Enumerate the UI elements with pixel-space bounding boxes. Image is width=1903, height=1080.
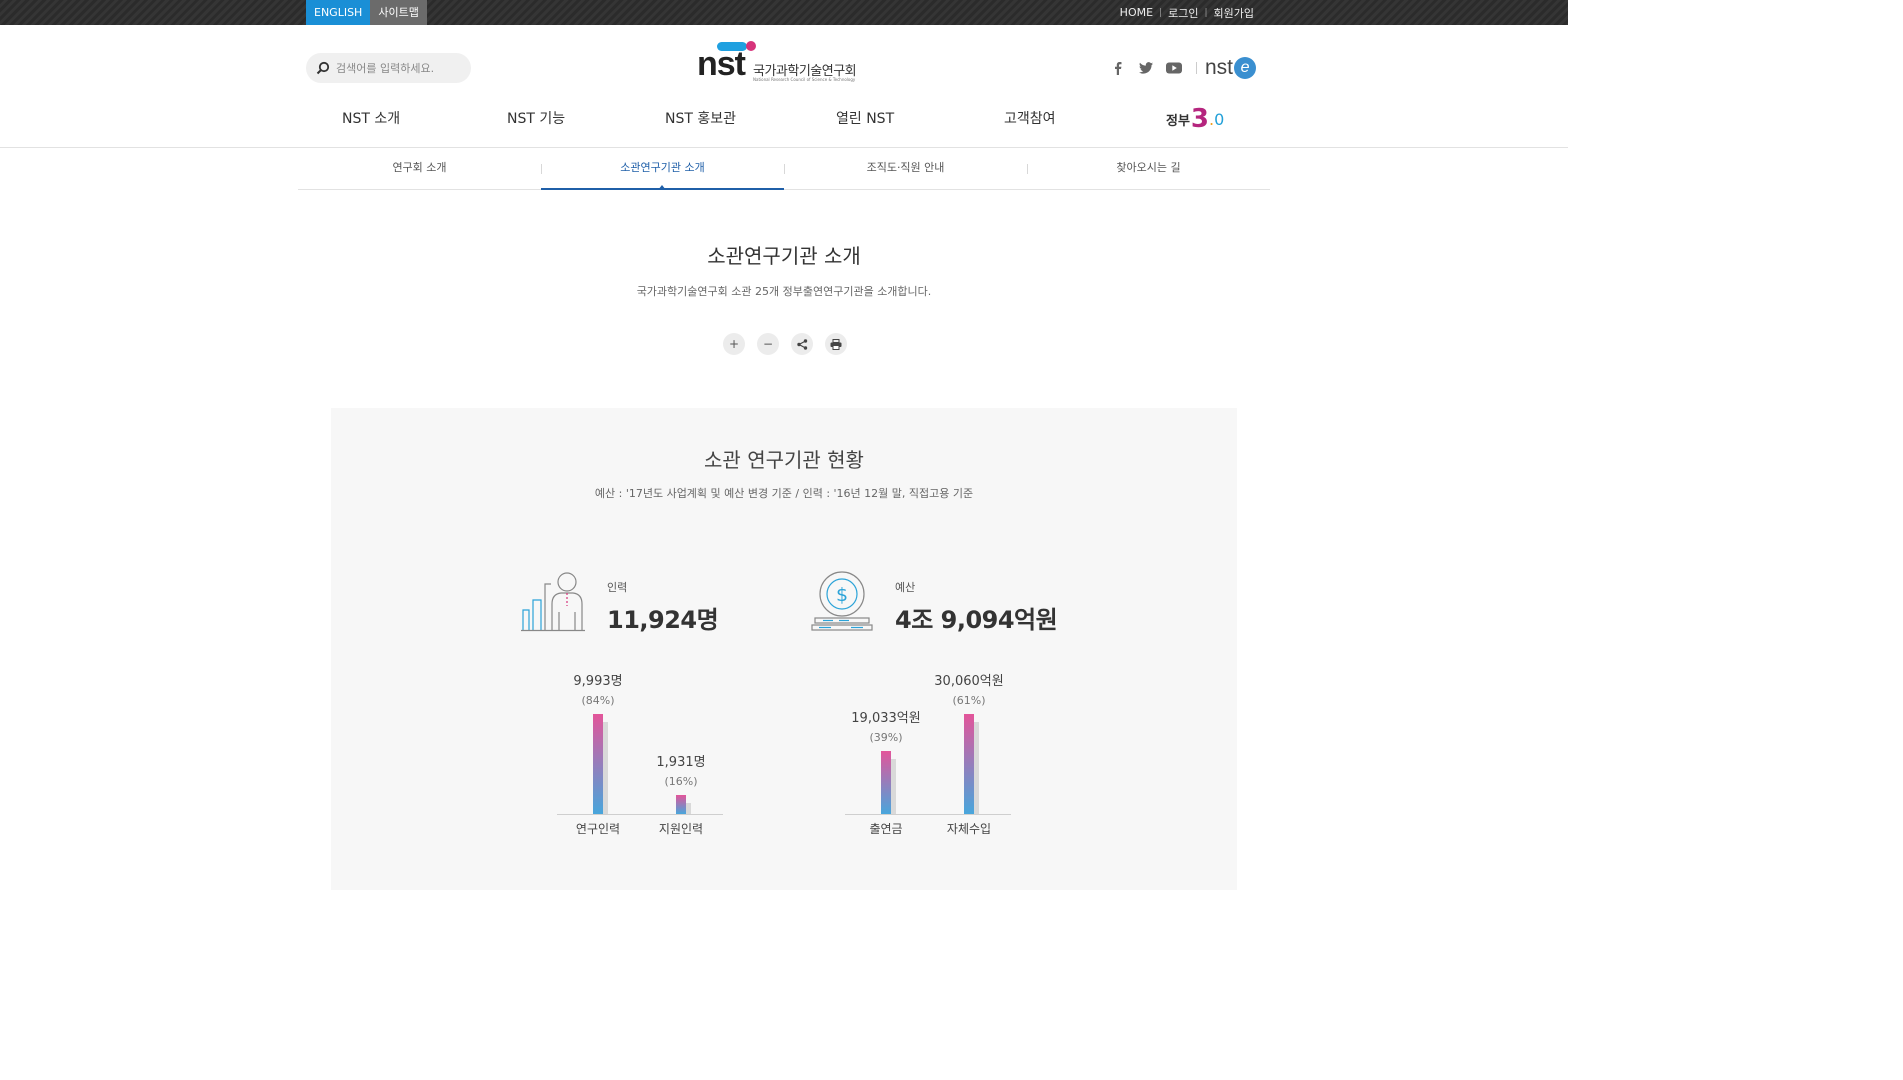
bar-value-label: 19,033억원 — [851, 711, 920, 726]
nav-item-open-nst[interactable]: 열린 NST — [836, 108, 894, 128]
bar-shadow — [686, 803, 691, 814]
zoom-in-button[interactable]: + — [723, 333, 745, 355]
language-links: ENGLISH 사이트맵 — [306, 0, 427, 25]
institutes-stats-panel: 소관 연구기관 현황 예산 : '17년도 사업계획 및 예산 변경 기준 / … — [331, 408, 1237, 890]
budget-bar-chart: (39%) 19,033억원출연금 (61%) 30,060억원자체수입 — [845, 674, 1011, 836]
bar-value-label: 1,931명 — [656, 755, 705, 770]
print-icon — [830, 338, 842, 350]
share-icon — [796, 338, 807, 350]
search-box[interactable] — [306, 53, 471, 83]
top-utility-bar: ENGLISH 사이트맵 HOME | 로그인 | 회원가입 — [0, 0, 1568, 25]
bar-category-label: 자체수입 — [947, 822, 991, 836]
search-input[interactable] — [336, 61, 456, 75]
share-button[interactable] — [791, 333, 813, 355]
join-link[interactable]: 회원가입 — [1214, 5, 1254, 21]
nst-logo[interactable]: nst 국가과학기술연구회 National Research Council … — [697, 40, 873, 84]
divider: | — [1204, 7, 1208, 18]
social-links — [1110, 60, 1197, 76]
bar-percent-label: (61%) — [952, 694, 985, 707]
bar-shadow — [891, 759, 896, 814]
nav-item-nst-function[interactable]: NST 기능 — [507, 108, 565, 128]
zoom-out-button[interactable]: − — [757, 333, 779, 355]
bar-category-label: 연구인력 — [576, 822, 620, 836]
budget-value: 4조 9,094억원 — [895, 606, 1058, 634]
budget-chart: (39%) 19,033억원출연금 (61%) 30,060억원자체수입 — [845, 666, 1015, 850]
personnel-bar-chart: (84%) 9,993명연구인력 (16%) 1,931명지원인력 — [557, 674, 723, 836]
tab-directions[interactable]: 찾아오시는 길 — [1027, 148, 1270, 190]
bar-shadow — [974, 722, 979, 814]
sitemap-link[interactable]: 사이트맵 — [370, 0, 427, 25]
personnel-value: 11,924명 — [607, 606, 719, 634]
budget-coin-icon: $ — [811, 571, 873, 631]
budget-label: 예산 — [895, 581, 916, 594]
nav-item-nst-pr[interactable]: NST 홍보관 — [665, 108, 736, 128]
bar-category-label: 출연금 — [869, 822, 902, 836]
logo-wordmark: nst — [697, 45, 746, 83]
nav-item-customer[interactable]: 고객참여 — [1004, 108, 1056, 128]
bar — [676, 795, 686, 814]
bar-value-label: 30,060억원 — [934, 674, 1003, 689]
stats-title: 소관 연구기관 현황 — [704, 448, 864, 472]
tab-organization[interactable]: 조직도·직원 안내 — [784, 148, 1027, 190]
print-button[interactable] — [825, 333, 847, 355]
tab-council-intro[interactable]: 연구회 소개 — [298, 148, 541, 190]
stats-description: 예산 : '17년도 사업계획 및 예산 변경 기준 / 인력 : '16년 1… — [594, 487, 974, 500]
gov30-logo[interactable]: 정부 3 . 0 — [1166, 100, 1224, 132]
bar-category-label: 지원인력 — [659, 822, 703, 836]
bar-percent-label: (84%) — [581, 694, 614, 707]
bar — [964, 714, 974, 814]
nste-link[interactable]: nst e — [1205, 56, 1257, 80]
divider — [1196, 62, 1197, 74]
bar — [593, 714, 603, 814]
facebook-icon[interactable] — [1110, 60, 1126, 76]
tab-institutes-intro[interactable]: 소관연구기관 소개 — [541, 148, 784, 190]
personnel-label: 인력 — [607, 581, 628, 594]
gov30-text: 정부 — [1166, 114, 1190, 129]
youtube-icon[interactable] — [1166, 60, 1182, 76]
page-tools: + − — [723, 333, 847, 355]
svg-text:$: $ — [836, 584, 848, 606]
bar-percent-label: (16%) — [664, 775, 697, 788]
page-title: 소관연구기관 소개 — [707, 244, 861, 268]
nste-wordmark: nst — [1205, 56, 1234, 79]
divider: | — [1159, 7, 1163, 18]
logo-english-name: National Research Council of Science & T… — [753, 77, 856, 82]
sub-navigation: 연구회 소개 소관연구기관 소개 조직도·직원 안내 찾아오시는 길 — [298, 148, 1270, 190]
page-description: 국가과학기술연구회 소관 25개 정부출연연구기관을 소개합니다. — [636, 285, 932, 298]
personnel-chart: (84%) 9,993명연구인력 (16%) 1,931명지원인력 — [557, 666, 727, 850]
main-navigation: NST 소개 NST 기능 NST 홍보관 열린 NST 고객참여 — [290, 108, 1280, 132]
logo-dot-mark — [746, 41, 756, 51]
home-link[interactable]: HOME — [1120, 6, 1153, 19]
bar-percent-label: (39%) — [869, 731, 902, 744]
nste-e-badge: e — [1234, 57, 1257, 79]
twitter-icon[interactable] — [1138, 60, 1154, 76]
gov30-zero: 0 — [1214, 110, 1225, 129]
bar — [881, 751, 891, 814]
english-link[interactable]: ENGLISH — [306, 0, 371, 25]
bar-shadow — [603, 722, 608, 814]
search-icon[interactable] — [316, 61, 330, 75]
personnel-icon — [521, 572, 585, 632]
nav-item-nst-intro[interactable]: NST 소개 — [342, 108, 400, 128]
bar-value-label: 9,993명 — [573, 674, 622, 689]
login-link[interactable]: 로그인 — [1168, 5, 1198, 21]
gov30-number: 3 — [1190, 104, 1210, 134]
utility-links: HOME | 로그인 | 회원가입 — [1120, 0, 1254, 25]
